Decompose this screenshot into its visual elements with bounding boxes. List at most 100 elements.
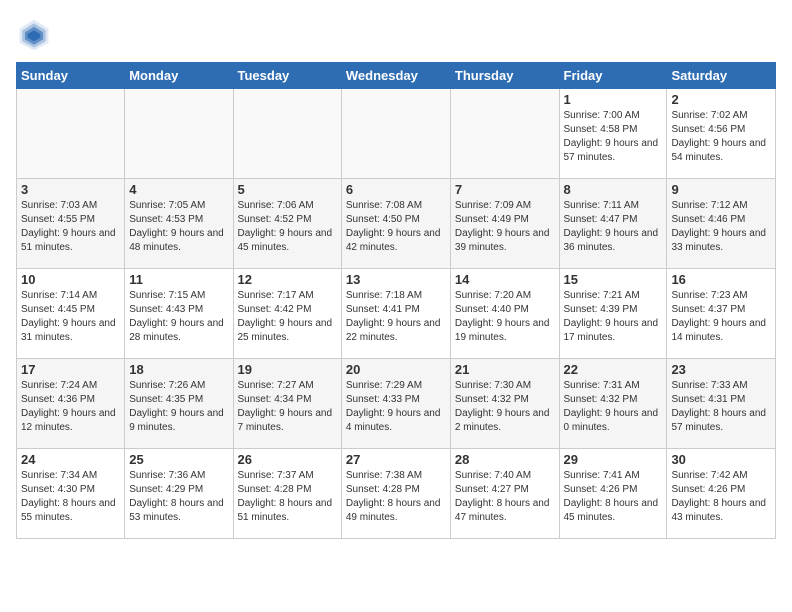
day-cell: 19 Sunrise: 7:27 AM Sunset: 4:34 PM Dayli… [233, 359, 341, 449]
day-cell: 2 Sunrise: 7:02 AM Sunset: 4:56 PM Daylig… [667, 89, 776, 179]
day-info: Sunrise: 7:30 AM Sunset: 4:32 PM Dayligh… [455, 379, 555, 435]
day-cell: 24Sunrise: 7:34 AM Sunset: 4:30 PM Dayli… [17, 449, 125, 539]
logo [16, 16, 56, 52]
week-row-1: 1 Sunrise: 7:00 AM Sunset: 4:58 PM Daylig… [17, 89, 776, 179]
day-info: Sunrise: 7:24 AM Sunset: 4:36 PM Dayligh… [21, 379, 120, 435]
day-cell: 15Sunrise: 7:21 AM Sunset: 4:39 PM Dayli… [559, 269, 667, 359]
day-info: Sunrise: 7:38 AM Sunset: 4:28 PM Dayligh… [346, 469, 446, 525]
day-info: Sunrise: 7:41 AM Sunset: 4:26 PM Dayligh… [564, 469, 663, 525]
day-number: 7 [455, 182, 555, 197]
day-cell: 13 Sunrise: 7:18 AM Sunset: 4:41 PM Dayli… [341, 269, 450, 359]
day-cell [233, 89, 341, 179]
day-cell [17, 89, 125, 179]
day-number: 16 [671, 272, 771, 287]
calendar-body: 1 Sunrise: 7:00 AM Sunset: 4:58 PM Daylig… [17, 89, 776, 539]
day-number: 11 [129, 272, 228, 287]
day-cell: 29 Sunrise: 7:41 AM Sunset: 4:26 PM Dayli… [559, 449, 667, 539]
day-info: Sunrise: 7:31 AM Sunset: 4:32 PM Dayligh… [564, 379, 663, 435]
header-friday: Friday [559, 63, 667, 89]
day-info: Sunrise: 7:21 AM Sunset: 4:39 PM Dayligh… [564, 289, 663, 345]
day-info: Sunrise: 7:09 AM Sunset: 4:49 PM Dayligh… [455, 199, 555, 255]
day-number: 10 [21, 272, 120, 287]
day-cell: 8 Sunrise: 7:11 AM Sunset: 4:47 PM Daylig… [559, 179, 667, 269]
header-monday: Monday [125, 63, 233, 89]
day-info: Sunrise: 7:15 AM Sunset: 4:43 PM Dayligh… [129, 289, 228, 345]
week-row-3: 10Sunrise: 7:14 AM Sunset: 4:45 PM Dayli… [17, 269, 776, 359]
day-cell: 4Sunrise: 7:05 AM Sunset: 4:53 PM Daylig… [125, 179, 233, 269]
day-cell: 14 Sunrise: 7:20 AM Sunset: 4:40 PM Dayli… [450, 269, 559, 359]
day-info: Sunrise: 7:23 AM Sunset: 4:37 PM Dayligh… [671, 289, 771, 345]
day-number: 26 [238, 452, 337, 467]
day-cell: 1 Sunrise: 7:00 AM Sunset: 4:58 PM Daylig… [559, 89, 667, 179]
day-number: 2 [671, 92, 771, 107]
day-number: 28 [455, 452, 555, 467]
day-cell: 10Sunrise: 7:14 AM Sunset: 4:45 PM Dayli… [17, 269, 125, 359]
header-wednesday: Wednesday [341, 63, 450, 89]
header-row [16, 16, 776, 52]
day-number: 27 [346, 452, 446, 467]
day-info: Sunrise: 7:40 AM Sunset: 4:27 PM Dayligh… [455, 469, 555, 525]
day-cell: 7 Sunrise: 7:09 AM Sunset: 4:49 PM Daylig… [450, 179, 559, 269]
day-number: 13 [346, 272, 446, 287]
day-info: Sunrise: 7:03 AM Sunset: 4:55 PM Dayligh… [21, 199, 120, 255]
day-cell [125, 89, 233, 179]
day-cell: 27 Sunrise: 7:38 AM Sunset: 4:28 PM Dayli… [341, 449, 450, 539]
day-cell: 12Sunrise: 7:17 AM Sunset: 4:42 PM Dayli… [233, 269, 341, 359]
day-cell: 6 Sunrise: 7:08 AM Sunset: 4:50 PM Daylig… [341, 179, 450, 269]
day-number: 12 [238, 272, 337, 287]
day-info: Sunrise: 7:05 AM Sunset: 4:53 PM Dayligh… [129, 199, 228, 255]
day-info: Sunrise: 7:18 AM Sunset: 4:41 PM Dayligh… [346, 289, 446, 345]
day-cell [450, 89, 559, 179]
day-cell: 5Sunrise: 7:06 AM Sunset: 4:52 PM Daylig… [233, 179, 341, 269]
day-number: 30 [671, 452, 771, 467]
day-number: 19 [238, 362, 337, 377]
day-number: 29 [564, 452, 663, 467]
day-cell: 22 Sunrise: 7:31 AM Sunset: 4:32 PM Dayli… [559, 359, 667, 449]
week-row-2: 3 Sunrise: 7:03 AM Sunset: 4:55 PM Daylig… [17, 179, 776, 269]
day-info: Sunrise: 7:11 AM Sunset: 4:47 PM Dayligh… [564, 199, 663, 255]
day-number: 20 [346, 362, 446, 377]
day-number: 24 [21, 452, 120, 467]
day-number: 22 [564, 362, 663, 377]
day-number: 18 [129, 362, 228, 377]
day-info: Sunrise: 7:12 AM Sunset: 4:46 PM Dayligh… [671, 199, 771, 255]
day-number: 3 [21, 182, 120, 197]
day-cell: 18 Sunrise: 7:26 AM Sunset: 4:35 PM Dayli… [125, 359, 233, 449]
day-number: 1 [564, 92, 663, 107]
day-cell: 11 Sunrise: 7:15 AM Sunset: 4:43 PM Dayli… [125, 269, 233, 359]
day-cell: 16 Sunrise: 7:23 AM Sunset: 4:37 PM Dayli… [667, 269, 776, 359]
day-cell: 21 Sunrise: 7:30 AM Sunset: 4:32 PM Dayli… [450, 359, 559, 449]
day-cell [341, 89, 450, 179]
day-info: Sunrise: 7:26 AM Sunset: 4:35 PM Dayligh… [129, 379, 228, 435]
day-number: 17 [21, 362, 120, 377]
day-number: 23 [671, 362, 771, 377]
day-info: Sunrise: 7:20 AM Sunset: 4:40 PM Dayligh… [455, 289, 555, 345]
calendar: Sunday Monday Tuesday Wednesday Thursday… [16, 62, 776, 539]
week-row-5: 24Sunrise: 7:34 AM Sunset: 4:30 PM Dayli… [17, 449, 776, 539]
logo-icon [16, 16, 52, 52]
day-number: 8 [564, 182, 663, 197]
day-info: Sunrise: 7:42 AM Sunset: 4:26 PM Dayligh… [671, 469, 771, 525]
day-info: Sunrise: 7:02 AM Sunset: 4:56 PM Dayligh… [671, 109, 771, 165]
day-number: 25 [129, 452, 228, 467]
day-info: Sunrise: 7:00 AM Sunset: 4:58 PM Dayligh… [564, 109, 663, 165]
day-cell: 25 Sunrise: 7:36 AM Sunset: 4:29 PM Dayli… [125, 449, 233, 539]
day-cell: 28 Sunrise: 7:40 AM Sunset: 4:27 PM Dayli… [450, 449, 559, 539]
day-number: 21 [455, 362, 555, 377]
day-info: Sunrise: 7:29 AM Sunset: 4:33 PM Dayligh… [346, 379, 446, 435]
header-saturday: Saturday [667, 63, 776, 89]
day-cell: 3 Sunrise: 7:03 AM Sunset: 4:55 PM Daylig… [17, 179, 125, 269]
day-cell: 30 Sunrise: 7:42 AM Sunset: 4:26 PM Dayli… [667, 449, 776, 539]
calendar-header-row: Sunday Monday Tuesday Wednesday Thursday… [17, 63, 776, 89]
day-info: Sunrise: 7:33 AM Sunset: 4:31 PM Dayligh… [671, 379, 771, 435]
day-info: Sunrise: 7:36 AM Sunset: 4:29 PM Dayligh… [129, 469, 228, 525]
header-sunday: Sunday [17, 63, 125, 89]
day-cell: 17 Sunrise: 7:24 AM Sunset: 4:36 PM Dayli… [17, 359, 125, 449]
day-cell: 26Sunrise: 7:37 AM Sunset: 4:28 PM Dayli… [233, 449, 341, 539]
day-info: Sunrise: 7:27 AM Sunset: 4:34 PM Dayligh… [238, 379, 337, 435]
day-cell: 9Sunrise: 7:12 AM Sunset: 4:46 PM Daylig… [667, 179, 776, 269]
day-number: 6 [346, 182, 446, 197]
day-info: Sunrise: 7:08 AM Sunset: 4:50 PM Dayligh… [346, 199, 446, 255]
day-number: 14 [455, 272, 555, 287]
day-cell: 23 Sunrise: 7:33 AM Sunset: 4:31 PM Dayli… [667, 359, 776, 449]
